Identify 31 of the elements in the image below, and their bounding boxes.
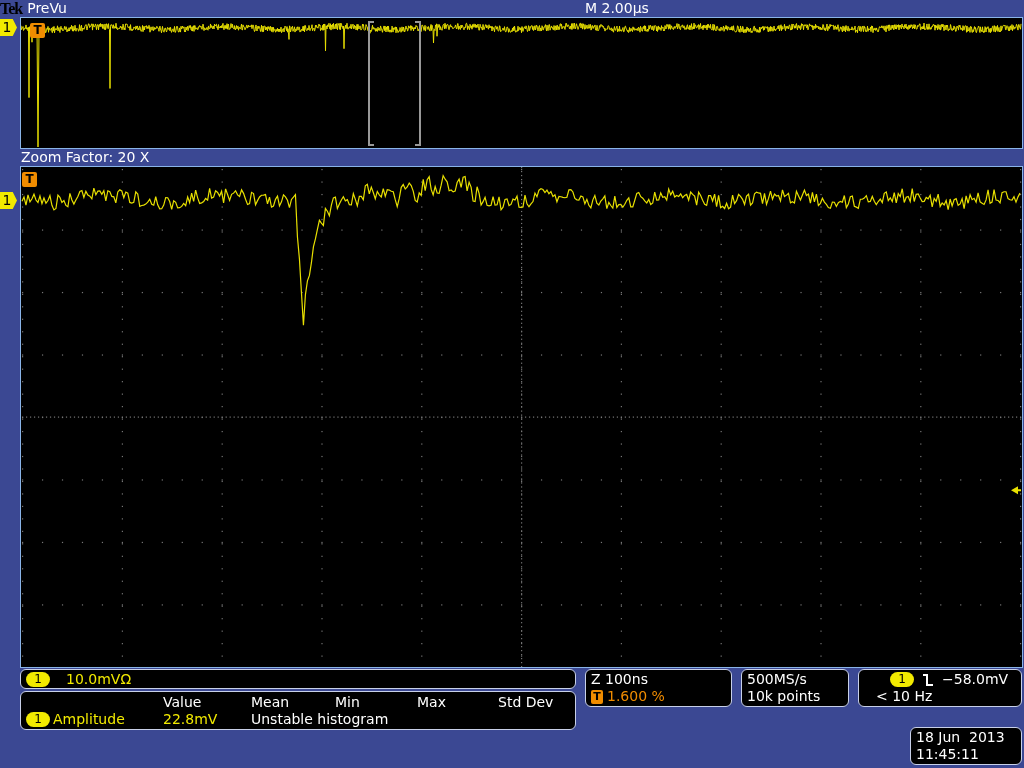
trigger-level: −58.0mV xyxy=(942,671,1009,688)
channel-marker: 1 xyxy=(0,192,17,209)
timebase-readout: M 2.00µs xyxy=(584,0,649,17)
zoom-factor-label: Zoom Factor: 20 X xyxy=(21,149,150,165)
trigger-marker: T xyxy=(591,689,603,704)
sample-rate: 500MS/s xyxy=(747,671,808,688)
record-length: 10k points xyxy=(747,688,822,705)
vertical-scale: 10.0mVΩ xyxy=(66,671,132,687)
measurement-name: Amplitude xyxy=(53,711,125,728)
mode-label: PreVu xyxy=(27,0,67,17)
zoom-scale: Z 100ns xyxy=(591,671,649,688)
column-header: Value xyxy=(163,693,203,710)
channel-badge: 1 xyxy=(890,672,914,687)
channel-marker: 1 xyxy=(0,19,17,36)
falling-edge-icon xyxy=(922,672,934,687)
measurement-value: 22.8mV xyxy=(163,711,219,728)
channel-badge: 1 xyxy=(26,671,50,687)
column-header: Mean xyxy=(251,693,291,710)
trigger-marker: T xyxy=(30,23,45,38)
date-text: 18 Jun 2013 xyxy=(916,729,1006,746)
time-text: 11:45:11 xyxy=(916,746,980,763)
column-header: Std Dev xyxy=(498,693,554,710)
trigger-marker: T xyxy=(22,172,37,187)
trigger-frequency: < 10 Hz xyxy=(875,688,934,705)
channel-badge: 1 xyxy=(26,711,50,727)
brand-logo: Tek xyxy=(0,0,23,17)
measurement-status: Unstable histogram xyxy=(251,711,389,728)
column-header: Max xyxy=(417,693,447,710)
trigger-position: 1.600 % xyxy=(607,688,665,705)
column-header: Min xyxy=(335,693,361,710)
trigger-level-icon xyxy=(1011,486,1021,495)
